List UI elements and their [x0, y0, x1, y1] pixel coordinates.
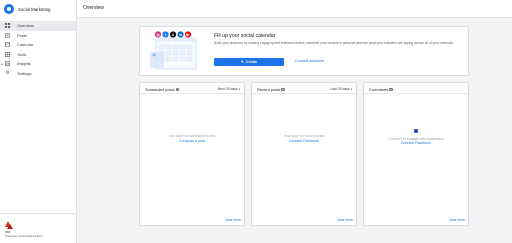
partner-brand: RDO	[5, 231, 11, 234]
card-header: Recent posts? Last 30 days▾	[252, 83, 356, 94]
chevron-right-icon: ▸	[1, 61, 4, 66]
powered-by-text: Powered by Social Media Solutions	[5, 235, 43, 238]
sidebar: Social Marketing Overview Posts Calendar…	[0, 0, 77, 243]
comments-card: Comments? Connect to engage with custome…	[363, 82, 469, 226]
instagram-icon: ◎	[154, 30, 162, 39]
promo-description: Build your audience by sharing engaging …	[214, 40, 455, 45]
app-logo-icon	[4, 4, 14, 14]
connect-facebook-link[interactable]: Connect Facebook	[252, 139, 356, 144]
promo-title: Fill up your social calendar	[214, 33, 276, 39]
pencil-icon: ✎	[240, 60, 244, 64]
card-header: Scheduled posts? Next 30 days▾	[140, 83, 244, 94]
scheduled-posts-card: Scheduled posts? Next 30 days▾ You have …	[139, 82, 245, 226]
page-title: Overview	[83, 4, 104, 11]
sidebar-item-tools[interactable]: Tools	[0, 50, 76, 60]
sidebar-item-label: Calendar	[17, 42, 34, 48]
chevron-down-icon: ▾	[350, 87, 352, 91]
sidebar-nav: Overview Posts Calendar Tools ▸ Insights…	[0, 21, 76, 78]
create-button-label: Create	[245, 60, 258, 64]
card-title: Comments?	[369, 87, 393, 92]
calendar-icon	[5, 42, 10, 48]
create-button[interactable]: ✎ Create	[214, 58, 284, 66]
sidebar-item-label: Insights	[17, 61, 31, 67]
compose-post-link[interactable]: Compose a post	[140, 139, 244, 144]
connect-facebook-link[interactable]: Connect Facebook	[364, 141, 468, 146]
gear-icon: ⚙	[5, 69, 10, 75]
sidebar-item-posts[interactable]: Posts	[0, 31, 76, 41]
help-icon[interactable]: ?	[389, 87, 393, 92]
help-icon[interactable]: ?	[281, 87, 285, 92]
date-range-dropdown[interactable]: Last 30 days▾	[330, 87, 352, 91]
date-range-label: Next 30 days	[217, 86, 238, 91]
calendar-illustration: ◎ f Xin ▶	[150, 30, 197, 70]
card-title-text: Comments	[369, 86, 389, 92]
view-more-link[interactable]: View more	[449, 218, 465, 222]
card-title-text: Recent posts	[257, 86, 281, 92]
card-title: Scheduled posts?	[145, 86, 180, 92]
sidebar-footer: RDO Powered by Social Media Solutions	[0, 213, 77, 243]
youtube-icon: ▶	[184, 30, 192, 39]
svg-text:X: X	[172, 33, 175, 37]
card-title: Recent posts?	[257, 87, 285, 92]
promo-card: ◎ f Xin ▶ Fill up your social calendar Buil…	[139, 26, 469, 76]
sidebar-item-label: Overview	[17, 23, 34, 29]
tools-icon	[5, 51, 10, 57]
recent-posts-card: Recent posts? Last 30 days▾ You have no …	[251, 82, 357, 226]
view-more-link[interactable]: View more	[225, 218, 241, 222]
empty-state-text: Connect to engage with customers	[388, 136, 444, 141]
date-range-dropdown[interactable]: Next 30 days▾	[218, 87, 240, 91]
card-title-text: Scheduled posts	[145, 86, 175, 92]
card-header: Comments?	[364, 83, 468, 94]
date-range-label: Last 30 days	[330, 86, 350, 91]
grid-icon	[5, 23, 10, 29]
chevron-down-icon: ▾	[238, 87, 240, 91]
sidebar-item-label: Settings	[17, 70, 32, 76]
empty-state: You have no recent posts Connect Faceboo…	[252, 134, 356, 143]
help-icon[interactable]: ?	[175, 87, 180, 92]
app-brand[interactable]: Social Marketing	[0, 0, 76, 18]
empty-state: You have no scheduled posts Compose a po…	[140, 134, 244, 143]
x-icon: X	[169, 30, 177, 39]
facebook-icon: f	[161, 30, 170, 39]
empty-state-text: You have no recent posts	[283, 134, 325, 138]
empty-state-text: You have no scheduled posts	[168, 134, 216, 138]
sidebar-item-label: Tools	[17, 51, 27, 57]
connect-accounts-link[interactable]: Connect accounts	[295, 59, 324, 63]
linkedin-icon: in	[176, 30, 185, 39]
sidebar-item-insights[interactable]: ▸ Insights	[0, 59, 76, 69]
chart-icon	[5, 61, 10, 67]
person-icon	[414, 129, 418, 133]
sidebar-item-overview[interactable]: Overview	[0, 21, 76, 31]
top-bar: Overview	[77, 0, 512, 18]
empty-state: Connect to engage with customers Connect…	[364, 129, 468, 146]
view-more-link[interactable]: View more	[337, 218, 353, 222]
partner-logo-accent	[7, 224, 13, 229]
document-icon	[5, 32, 10, 38]
sidebar-item-label: Posts	[17, 32, 28, 38]
sidebar-item-calendar[interactable]: Calendar	[0, 40, 76, 50]
sidebar-item-settings[interactable]: ⚙ Settings	[0, 69, 76, 79]
app-name: Social Marketing	[18, 6, 51, 12]
